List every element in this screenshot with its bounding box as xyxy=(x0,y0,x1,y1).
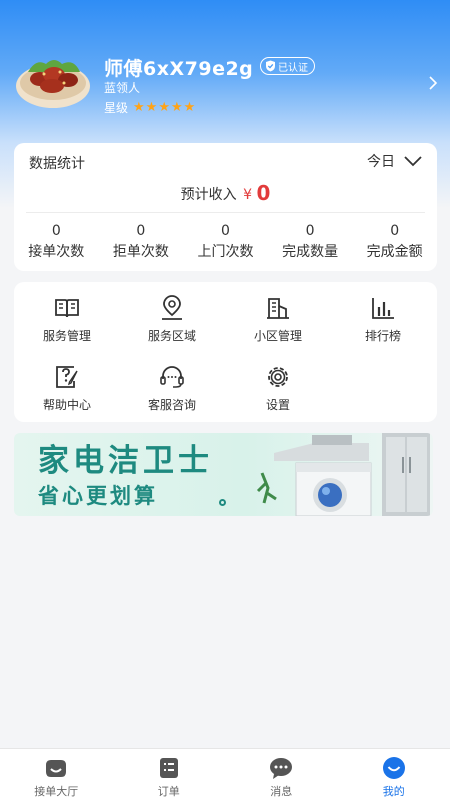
star-icon: ★ xyxy=(183,99,196,115)
bottom-tab-bar: 接单大厅 订单 消息 我的 xyxy=(0,748,450,800)
tool-label: 排行榜 xyxy=(364,329,401,343)
verified-badge: 已认证 xyxy=(260,57,315,75)
gear-icon xyxy=(268,367,288,387)
banner-dot xyxy=(219,499,226,506)
divider xyxy=(26,212,425,213)
stat-label: 上门次数 xyxy=(197,244,254,260)
profile-header[interactable]: 师傅6xX79e2g 已认证 蓝领人 星级 ★ ★ ★ ★ ★ xyxy=(0,0,450,140)
shield-icon xyxy=(266,60,275,72)
income-label: 预计收入 xyxy=(180,187,237,203)
profile-icon xyxy=(382,757,405,779)
tool-customer-service[interactable]: 客服咨询 xyxy=(120,363,224,413)
period-selector[interactable]: 今日 xyxy=(367,151,423,171)
stat-value: 0 xyxy=(51,223,61,239)
appliance-illustration xyxy=(256,433,430,516)
tool-label: 小区管理 xyxy=(253,329,302,343)
level-label: 星级 xyxy=(104,101,129,115)
profile-name: 师傅6xX79e2g xyxy=(104,58,254,80)
location-icon xyxy=(162,295,182,320)
estimated-income: 预计收入 ¥ 0 xyxy=(14,181,437,205)
tab-label: 我的 xyxy=(382,785,405,798)
stat-rejected[interactable]: 0 拒单次数 xyxy=(99,221,184,261)
tab-mine[interactable]: 我的 xyxy=(338,749,450,800)
tool-label: 服务管理 xyxy=(42,329,91,343)
tool-help-center[interactable]: 帮助中心 xyxy=(15,363,119,413)
tool-service-area[interactable]: 服务区域 xyxy=(120,294,224,344)
stat-value: 0 xyxy=(305,223,315,239)
tools-card: 服务管理 服务区域 小区管理 排行榜 帮助中心 客服咨询 设置 xyxy=(14,282,437,422)
period-label: 今日 xyxy=(367,154,395,170)
star-icon: ★ xyxy=(158,99,170,115)
chevron-down-icon xyxy=(404,156,422,167)
profile-role: 蓝领人 xyxy=(104,81,141,95)
star-icon: ★ xyxy=(170,99,183,115)
tool-label: 服务区域 xyxy=(147,329,196,343)
banner-subtitle: 省心更划算 xyxy=(38,484,158,508)
income-value: 0 xyxy=(256,181,271,205)
tool-service-management[interactable]: 服务管理 xyxy=(15,294,119,344)
tab-label: 接单大厅 xyxy=(34,785,79,798)
tool-settings[interactable]: 设置 xyxy=(226,363,330,413)
book-icon xyxy=(55,299,79,318)
bar-chart-icon xyxy=(372,298,394,319)
stat-value: 0 xyxy=(390,223,400,239)
stat-grid: 0 接单次数 0 拒单次数 0 上门次数 0 完成数量 0 完成金额 xyxy=(14,221,437,261)
tab-orders[interactable]: 订单 xyxy=(113,749,226,800)
tool-label: 客服咨询 xyxy=(147,398,196,412)
stats-card: 数据统计 今日 预计收入 ¥ 0 0 接单次数 0 拒单次数 0 上门次数 0 … xyxy=(14,143,437,271)
star-icon: ★ xyxy=(145,99,158,115)
tab-label: 消息 xyxy=(270,785,293,798)
stat-label: 完成金额 xyxy=(366,244,423,260)
stat-value: 0 xyxy=(136,223,146,239)
stat-label: 拒单次数 xyxy=(112,244,169,260)
message-icon xyxy=(270,758,293,779)
help-icon xyxy=(56,366,78,388)
income-currency: ¥ xyxy=(243,187,252,203)
stat-label: 接单次数 xyxy=(28,244,85,260)
tab-label: 订单 xyxy=(157,785,180,798)
stat-label: 完成数量 xyxy=(282,244,339,260)
profile-level: 星级 ★ ★ ★ ★ ★ xyxy=(104,99,195,116)
stat-accepted[interactable]: 0 接单次数 xyxy=(14,221,99,261)
star-icon: ★ xyxy=(133,99,145,115)
avatar xyxy=(16,60,90,108)
tab-order-hall[interactable]: 接单大厅 xyxy=(0,749,113,800)
stat-amount[interactable]: 0 完成金额 xyxy=(352,221,437,261)
hall-icon xyxy=(46,760,67,777)
tool-community-management[interactable]: 小区管理 xyxy=(226,294,330,344)
tool-label: 设置 xyxy=(265,398,290,412)
stat-value: 0 xyxy=(221,223,230,239)
stat-visits[interactable]: 0 上门次数 xyxy=(183,221,268,261)
verified-label: 已认证 xyxy=(278,62,308,74)
star-rating: ★ ★ ★ ★ ★ xyxy=(133,99,196,115)
stat-completed[interactable]: 0 完成数量 xyxy=(268,221,353,261)
tool-label: 帮助中心 xyxy=(42,398,91,412)
tool-leaderboard[interactable]: 排行榜 xyxy=(331,294,435,344)
tab-messages[interactable]: 消息 xyxy=(225,749,338,800)
order-icon xyxy=(159,758,178,778)
promo-banner[interactable]: 家电洁卫士 省心更划算 xyxy=(14,433,433,516)
stats-title: 数据统计 xyxy=(29,156,85,172)
banner-title: 家电洁卫士 xyxy=(38,443,213,479)
chevron-right-icon[interactable] xyxy=(426,74,440,92)
headset-icon xyxy=(160,366,184,388)
building-icon xyxy=(267,298,289,319)
